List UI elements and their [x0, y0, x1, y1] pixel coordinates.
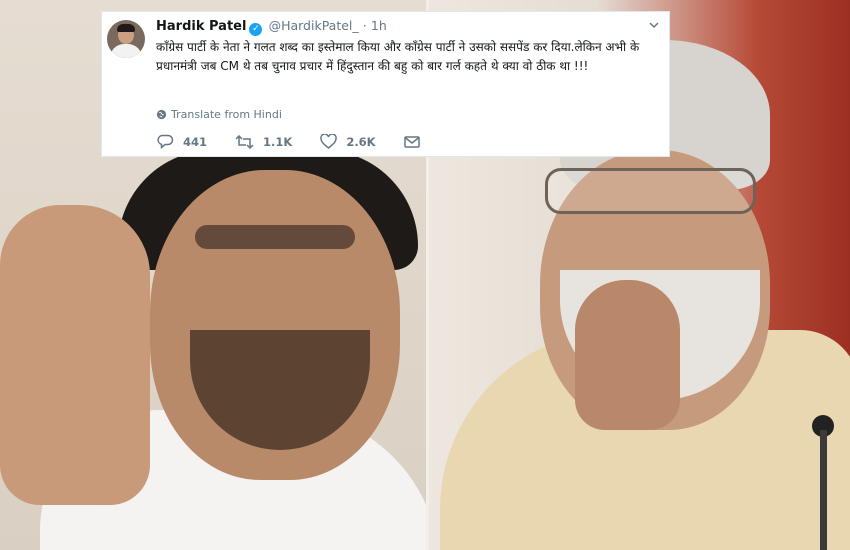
message-button[interactable]: [403, 135, 420, 148]
left-raised-hand: [0, 205, 150, 505]
tweet-header: Hardik Patel ✓ @HardikPatel_ · 1h: [156, 18, 387, 36]
avatar[interactable]: [107, 20, 145, 58]
reply-icon: [157, 134, 174, 149]
reply-count: 441: [183, 134, 208, 149]
tweet-text: कॉंग्रेस पार्टी के नेता ने गलत शब्द का इ…: [156, 40, 640, 73]
separator-dot: ·: [362, 18, 367, 33]
right-glasses: [545, 168, 756, 214]
tweet-card[interactable]: Hardik Patel ✓ @HardikPatel_ · 1h कॉंग्रे…: [101, 11, 670, 157]
heart-icon: [320, 134, 338, 149]
envelope-icon: [403, 135, 420, 148]
author-handle[interactable]: @HardikPatel_: [269, 18, 359, 33]
like-count: 2.6K: [346, 134, 376, 149]
left-eyes: [195, 225, 355, 249]
author-name[interactable]: Hardik Patel: [156, 19, 246, 34]
verified-badge-icon: ✓: [249, 23, 263, 36]
retweet-button[interactable]: 1.1K: [235, 134, 293, 149]
retweet-icon: [235, 134, 254, 149]
translate-label: Translate from Hindi: [171, 108, 282, 121]
globe-icon: [156, 109, 167, 120]
like-button[interactable]: 2.6K: [320, 134, 376, 149]
right-hand-on-chin: [575, 280, 680, 430]
microphone-stem: [820, 430, 827, 550]
avatar-hair: [117, 24, 135, 32]
tweet-actions: 441 1.1K 2.6K: [157, 134, 448, 149]
chevron-down-icon[interactable]: [649, 20, 659, 30]
avatar-body: [110, 44, 142, 58]
retweet-count: 1.1K: [263, 134, 293, 149]
reply-button[interactable]: 441: [157, 134, 207, 149]
translate-link[interactable]: Translate from Hindi: [156, 108, 282, 121]
tweet-timestamp[interactable]: 1h: [371, 18, 387, 33]
